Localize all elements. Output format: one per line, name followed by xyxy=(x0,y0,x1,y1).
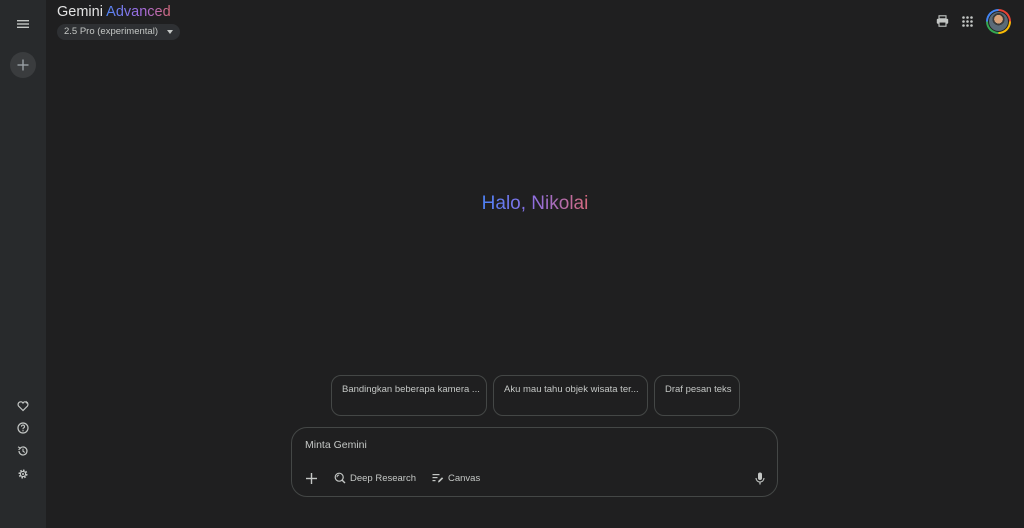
greeting: Halo, Nikolai xyxy=(0,193,1024,215)
deep-research-button[interactable]: Deep Research xyxy=(334,470,416,486)
menu-icon[interactable] xyxy=(9,10,37,38)
canvas-button[interactable]: Canvas xyxy=(432,470,480,486)
brand-name: Gemini xyxy=(57,4,103,20)
canvas-label: Canvas xyxy=(448,472,481,484)
deep-research-label: Deep Research xyxy=(350,472,417,484)
print-icon[interactable] xyxy=(934,13,950,29)
gem-manager-icon[interactable] xyxy=(13,396,33,416)
prompt-input[interactable] xyxy=(305,439,705,451)
deep-research-icon xyxy=(334,472,346,484)
suggestion-chip[interactable]: Draf pesan teks xyxy=(654,375,740,416)
add-files-button[interactable] xyxy=(304,470,318,486)
suggestion-chip[interactable]: Aku mau tahu objek wisata ter... xyxy=(493,375,648,416)
avatar[interactable] xyxy=(986,9,1011,34)
settings-icon[interactable] xyxy=(13,464,33,484)
plus-icon xyxy=(17,59,29,71)
prompt-box: Deep Research Canvas xyxy=(291,427,778,497)
microphone-icon xyxy=(755,472,765,484)
new-chat-button[interactable] xyxy=(10,52,36,78)
chevron-down-icon xyxy=(166,30,173,34)
canvas-icon xyxy=(432,474,444,483)
app-title: Gemini Advanced xyxy=(57,4,171,20)
microphone-button[interactable] xyxy=(753,470,767,486)
help-icon[interactable] xyxy=(13,418,33,438)
apps-grid-icon[interactable] xyxy=(959,13,975,29)
suggestion-chip[interactable]: Bandingkan beberapa kamera ... xyxy=(331,375,487,416)
brand-tier: Advanced xyxy=(106,4,171,20)
model-selector-label: 2.5 Pro (experimental) xyxy=(64,26,158,37)
avatar-photo xyxy=(988,11,1009,32)
plus-icon xyxy=(305,472,317,484)
activity-icon[interactable] xyxy=(13,441,33,461)
gemini-app: Gemini Advanced 2.5 Pro (experimental) H… xyxy=(0,0,1024,528)
model-selector[interactable]: 2.5 Pro (experimental) xyxy=(57,24,180,40)
sidebar xyxy=(0,0,46,528)
greeting-text: Halo, Nikolai xyxy=(481,193,589,214)
